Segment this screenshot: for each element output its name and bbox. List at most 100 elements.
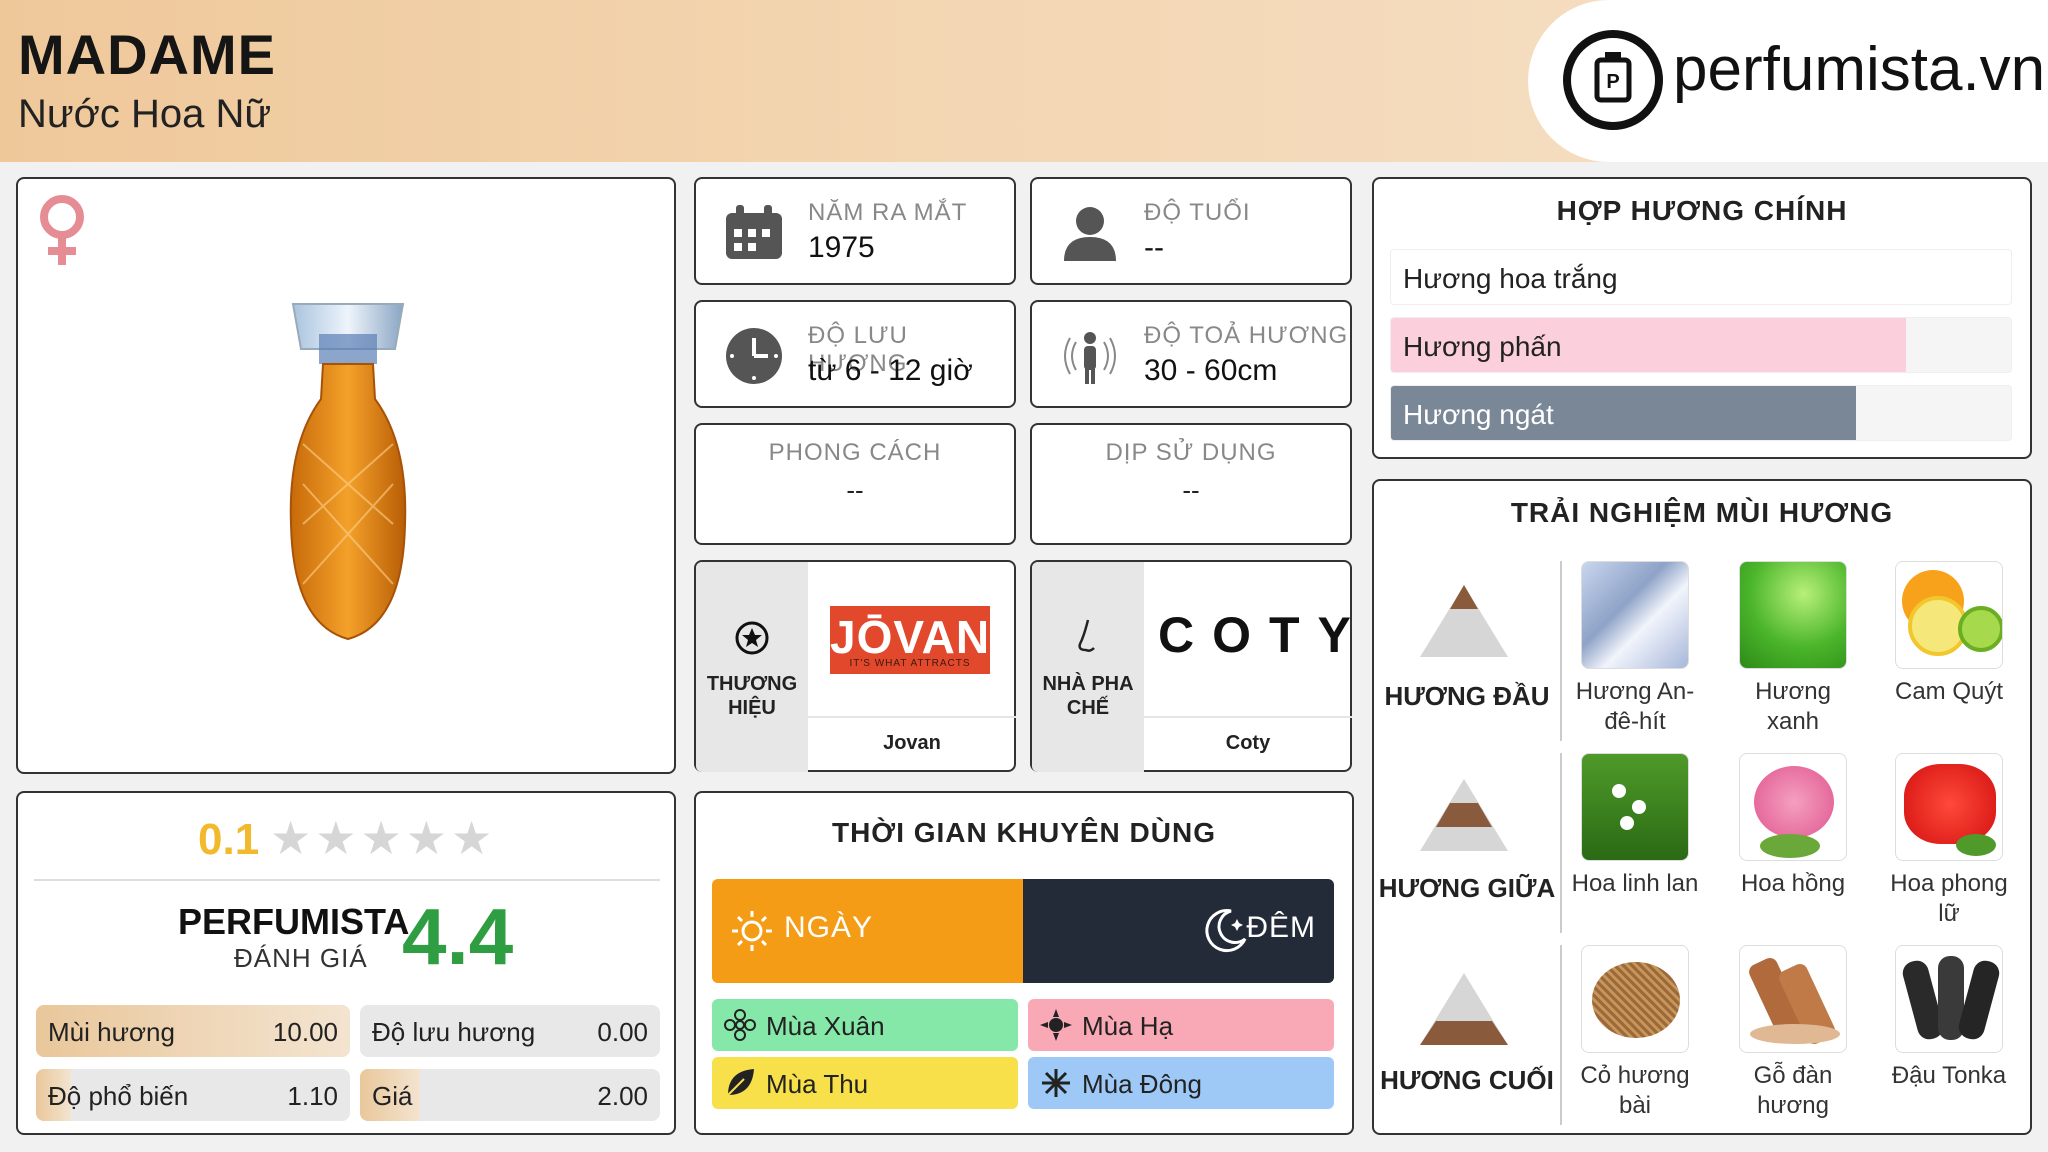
season-spring: Mùa Xuân [712,999,1018,1051]
note-image [1739,753,1847,861]
note-item[interactable]: Hương An-đê-hít [1570,561,1700,737]
moon-icon [1201,907,1249,960]
accord-label: Hương ngát [1403,399,1554,430]
season-winter: Mùa Đông [1028,1057,1334,1109]
note-item[interactable]: Hoa hồng [1728,753,1858,899]
season-summer: Mùa Hạ [1028,999,1334,1051]
season-label: Mùa Thu [766,1069,869,1099]
note-name: Gỗ đàn hương [1753,1062,1833,1119]
star-icon[interactable]: ★ [361,815,402,861]
clock-icon [724,326,784,391]
sun-icon [1040,1009,1072,1046]
season-label: Mùa Hạ [1082,1011,1174,1041]
metric-label: Độ phổ biến [48,1081,189,1111]
star-icon[interactable]: ★ [270,815,311,861]
brand-logo: JŌVAN IT'S WHAT ATTRACTS [808,562,1016,716]
note-name: Hoa hồng [1740,870,1846,897]
note-name: Cam Quýt [1894,678,2004,705]
note-image [1895,945,2003,1053]
info-value: 1975 [808,231,875,264]
perfumer-card[interactable]: NHÀ PHA CHẾ COTY Coty [1030,560,1352,772]
note-item[interactable]: Gỗ đàn hương [1728,945,1858,1121]
star-circle-icon [734,620,770,661]
note-image [1895,561,2003,669]
site-logo[interactable]: P perfumista.vn [1528,0,2048,162]
perfumista-sublabel: ĐÁNH GIÁ [234,943,368,973]
note-item[interactable]: Hoa linh lan [1570,753,1700,899]
note-name: Hoa phong lữ [1890,870,2008,927]
user-rating-score: 0.1 [198,815,260,864]
note-image [1739,561,1847,669]
perfumer-name: Coty [1225,732,1271,754]
metric-price: Giá 2.00 [360,1069,660,1121]
brand-label-panel: THƯƠNG HIỆU [696,562,808,772]
metric-label: Mùi hương [48,1017,175,1047]
metric-value: 0.00 [597,1017,648,1047]
note-item[interactable]: Hoa phong lữ [1884,753,2014,929]
note-image [1581,753,1689,861]
perfume-title: MADAME [18,23,276,86]
tier-label: HƯƠNG GIỮA [1378,873,1556,903]
release-year-card: NĂM RA MẮT 1975 [694,177,1016,285]
note-item[interactable]: Đậu Tonka [1884,945,2014,1091]
style-card: PHONG CÁCH -- [694,423,1016,545]
flower-icon [724,1009,756,1046]
info-value: -- [1182,475,1200,505]
metric-longevity: Độ lưu hương 0.00 [360,1005,660,1057]
person-waves-icon [1060,326,1120,391]
note-name: Cỏ hương bài [1580,1062,1690,1119]
brand-label: THƯƠNG HIỆU [696,672,808,720]
metric-value: 10.00 [272,1017,338,1047]
night-label: ĐÊM [1246,911,1316,944]
perfumer-label-line: CHẾ [1066,697,1110,719]
note-name: Hương An-đê-hít [1575,678,1695,735]
divider [1560,945,1562,1125]
pyramid-base-icon [1416,969,1512,1054]
brand-label-line: HIỆU [728,697,776,719]
note-item[interactable]: Cỏ hương bài [1570,945,1700,1121]
brand-logo-text: JŌVAN [830,611,991,663]
note-name: Hương xanh [1755,678,1831,735]
divider [34,879,660,881]
accord-row: Hương ngát [1390,385,2012,441]
star-icon[interactable]: ★ [406,815,447,861]
accords-title: HỢP HƯƠNG CHÍNH [1556,195,1848,226]
brand-card[interactable]: THƯƠNG HIỆU JŌVAN IT'S WHAT ATTRACTS Jov… [694,560,1016,772]
note-name: Đậu Tonka [1891,1062,2007,1089]
main-accords-card: HỢP HƯƠNG CHÍNH Hương hoa trắng Hương ph… [1372,177,2032,459]
star-icon[interactable]: ★ [451,815,492,861]
brand-label-line: THƯƠNG [706,673,798,695]
perfume-bottle-icon: P [1563,30,1663,130]
tier-label: HƯƠNG CUỐI [1380,1065,1554,1095]
info-label: DỊP SỬ DỤNG [1105,439,1277,466]
perfume-category: Nước Hoa Nữ [18,92,272,136]
longevity-card: ĐỘ LƯU HƯƠNG từ 6 - 12 giờ [694,300,1016,408]
logo-text: perfumista.vn [1673,35,2046,104]
note-item[interactable]: Hương xanh [1728,561,1858,737]
pyramid-top-icon [1416,581,1512,666]
sillage-card: ĐỘ TOẢ HƯƠNG 30 - 60cm [1030,300,1352,408]
scent-notes-card: TRẢI NGHIỆM MÙI HƯƠNG HƯƠNG ĐẦU Hương An… [1372,479,2032,1135]
info-label: PHONG CÁCH [768,439,942,466]
info-value: -- [846,475,864,505]
time-title: THỜI GIAN KHUYÊN DÙNG [831,817,1216,848]
accord-row: Hương phấn [1390,317,2012,373]
day-night-bar: NGÀY ĐÊM [712,879,1334,983]
note-item[interactable]: Cam Quýt [1884,561,2014,707]
info-value: từ 6 - 12 giờ [808,354,973,387]
metric-value: 2.00 [597,1081,648,1111]
note-image [1895,753,2003,861]
svg-text:P: P [1606,71,1619,93]
brand-logo-tagline: IT'S WHAT ATTRACTS [849,658,971,669]
note-image [1581,561,1689,669]
accord-row: Hương hoa trắng [1390,249,2012,305]
metric-label: Giá [372,1081,413,1111]
metric-popularity: Độ phổ biến 1.10 [36,1069,350,1121]
season-autumn: Mùa Thu [712,1057,1018,1109]
notes-title: TRẢI NGHIỆM MÙI HƯƠNG [1510,497,1894,528]
metric-value: 1.10 [287,1081,338,1111]
info-value: 30 - 60cm [1144,354,1278,387]
star-rating[interactable]: ★ ★ ★ ★ ★ [270,815,492,861]
divider [1144,716,1352,718]
star-icon[interactable]: ★ [315,815,356,861]
